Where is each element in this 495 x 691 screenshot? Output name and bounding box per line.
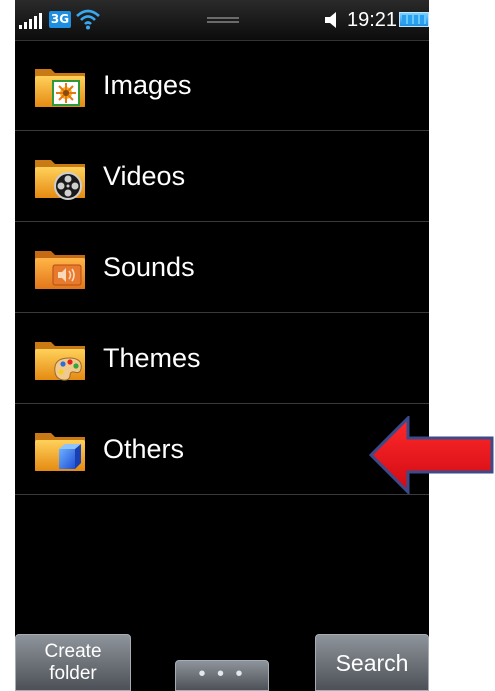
images-folder-icon: [33, 63, 87, 109]
create-folder-label-line1: Create: [44, 641, 102, 662]
more-options-button[interactable]: • • •: [175, 660, 269, 691]
notification-drag-handle[interactable]: [207, 17, 239, 23]
themes-folder-icon: [33, 336, 87, 382]
search-button[interactable]: Search: [315, 634, 429, 691]
sounds-folder-icon: [33, 245, 87, 291]
create-folder-button[interactable]: Create folder: [15, 634, 131, 691]
create-folder-label-line2: folder: [49, 663, 97, 684]
annotation-arrow-icon: [368, 416, 494, 494]
folder-label: Themes: [103, 343, 201, 373]
speaker-icon: [325, 12, 336, 28]
others-folder-icon: [33, 427, 87, 473]
folder-row-sounds[interactable]: Sounds: [15, 222, 429, 313]
status-bar: 3G 19:21: [15, 0, 429, 41]
battery-icon: [399, 12, 429, 27]
network-type-badge: 3G: [49, 11, 71, 28]
folder-label: Images: [103, 70, 192, 100]
phone-screen: 3G 19:21 Images Videos Sounds Themes Oth…: [15, 0, 429, 691]
clock-time: 19:21: [347, 9, 398, 31]
folder-label: Others: [103, 434, 185, 464]
signal-strength-icon: [19, 13, 42, 29]
folder-row-videos[interactable]: Videos: [15, 131, 429, 222]
videos-folder-icon: [33, 154, 87, 200]
folder-row-images[interactable]: Images: [15, 40, 429, 131]
wifi-icon: [76, 9, 100, 30]
folder-label: Sounds: [103, 252, 195, 282]
folder-row-others[interactable]: Others: [15, 404, 429, 495]
folder-label: Videos: [103, 161, 186, 191]
folder-list: Images Videos Sounds Themes Others: [15, 40, 429, 495]
folder-row-themes[interactable]: Themes: [15, 313, 429, 404]
